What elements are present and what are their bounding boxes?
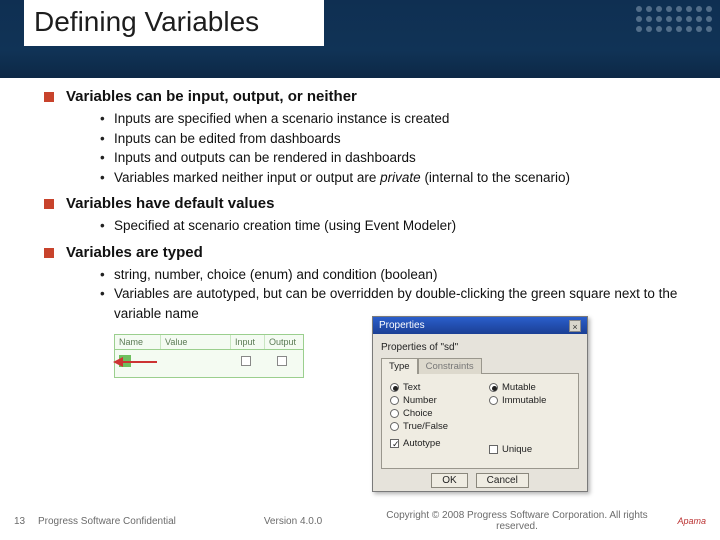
tab-pane: Text Number Choice True/False Autotype M… xyxy=(381,373,579,469)
bullet-item: Inputs and outputs can be rendered in da… xyxy=(100,148,700,168)
col-header: Input xyxy=(231,335,265,349)
section-2: Variables have default values Specified … xyxy=(44,195,700,236)
output-checkbox[interactable] xyxy=(277,356,287,366)
page-number: 13 xyxy=(14,516,38,527)
radio-text[interactable]: Text xyxy=(390,382,471,393)
section-heading: Variables have default values xyxy=(66,195,274,212)
footer: 13 Progress Software Confidential Versio… xyxy=(0,510,720,532)
footer-copyright: Copyright © 2008 Progress Software Corpo… xyxy=(368,510,666,532)
radio-immutable[interactable]: Immutable xyxy=(489,395,570,406)
checkbox-autotype[interactable]: Autotype xyxy=(390,438,471,449)
slide-title: Defining Variables xyxy=(34,6,259,38)
dialog-titlebar: Properties × xyxy=(373,317,587,334)
bullet-item: Specified at scenario creation time (usi… xyxy=(100,216,700,236)
section-heading: Variables can be input, output, or neith… xyxy=(66,88,357,105)
bullet-square-icon xyxy=(44,199,54,209)
properties-dialog: Properties × Properties of "sd" TypeCons… xyxy=(372,316,588,492)
decorative-dots xyxy=(636,6,712,32)
section-3: Variables are typed string, number, choi… xyxy=(44,244,700,324)
close-icon[interactable]: × xyxy=(569,320,581,332)
bullet-item: Inputs can be edited from dashboards xyxy=(100,129,700,149)
variable-table: Name Value Input Output xyxy=(114,334,304,378)
radio-mutable[interactable]: Mutable xyxy=(489,382,570,393)
bullet-item: string, number, choice (enum) and condit… xyxy=(100,265,700,285)
col-header: Name xyxy=(115,335,161,349)
col-header: Value xyxy=(161,335,231,349)
bullet-item: Inputs are specified when a scenario ins… xyxy=(100,109,700,129)
checkbox-unique[interactable]: Unique xyxy=(489,444,570,455)
footer-logo: Apama xyxy=(666,516,706,526)
section-heading: Variables are typed xyxy=(66,244,203,261)
dialog-caption: Properties of "sd" xyxy=(381,342,579,353)
footer-confidential: Progress Software Confidential xyxy=(38,516,218,527)
ok-button[interactable]: OK xyxy=(431,473,467,488)
tab-constraints[interactable]: Constraints xyxy=(418,358,482,374)
bullet-square-icon xyxy=(44,92,54,102)
radio-number[interactable]: Number xyxy=(390,395,471,406)
tab-type[interactable]: Type xyxy=(381,358,418,374)
footer-version: Version 4.0.0 xyxy=(218,516,368,527)
pointer-arrow-icon xyxy=(111,357,159,367)
radio-truefalse[interactable]: True/False xyxy=(390,421,471,432)
bullet-item: Variables marked neither input or output… xyxy=(100,168,700,188)
input-checkbox[interactable] xyxy=(241,356,251,366)
title-band: Defining Variables xyxy=(0,0,720,78)
radio-choice[interactable]: Choice xyxy=(390,408,471,419)
section-1: Variables can be input, output, or neith… xyxy=(44,88,700,187)
dialog-title-text: Properties xyxy=(379,320,425,331)
col-header: Output xyxy=(265,335,299,349)
cancel-button[interactable]: Cancel xyxy=(476,473,529,488)
bullet-square-icon xyxy=(44,248,54,258)
